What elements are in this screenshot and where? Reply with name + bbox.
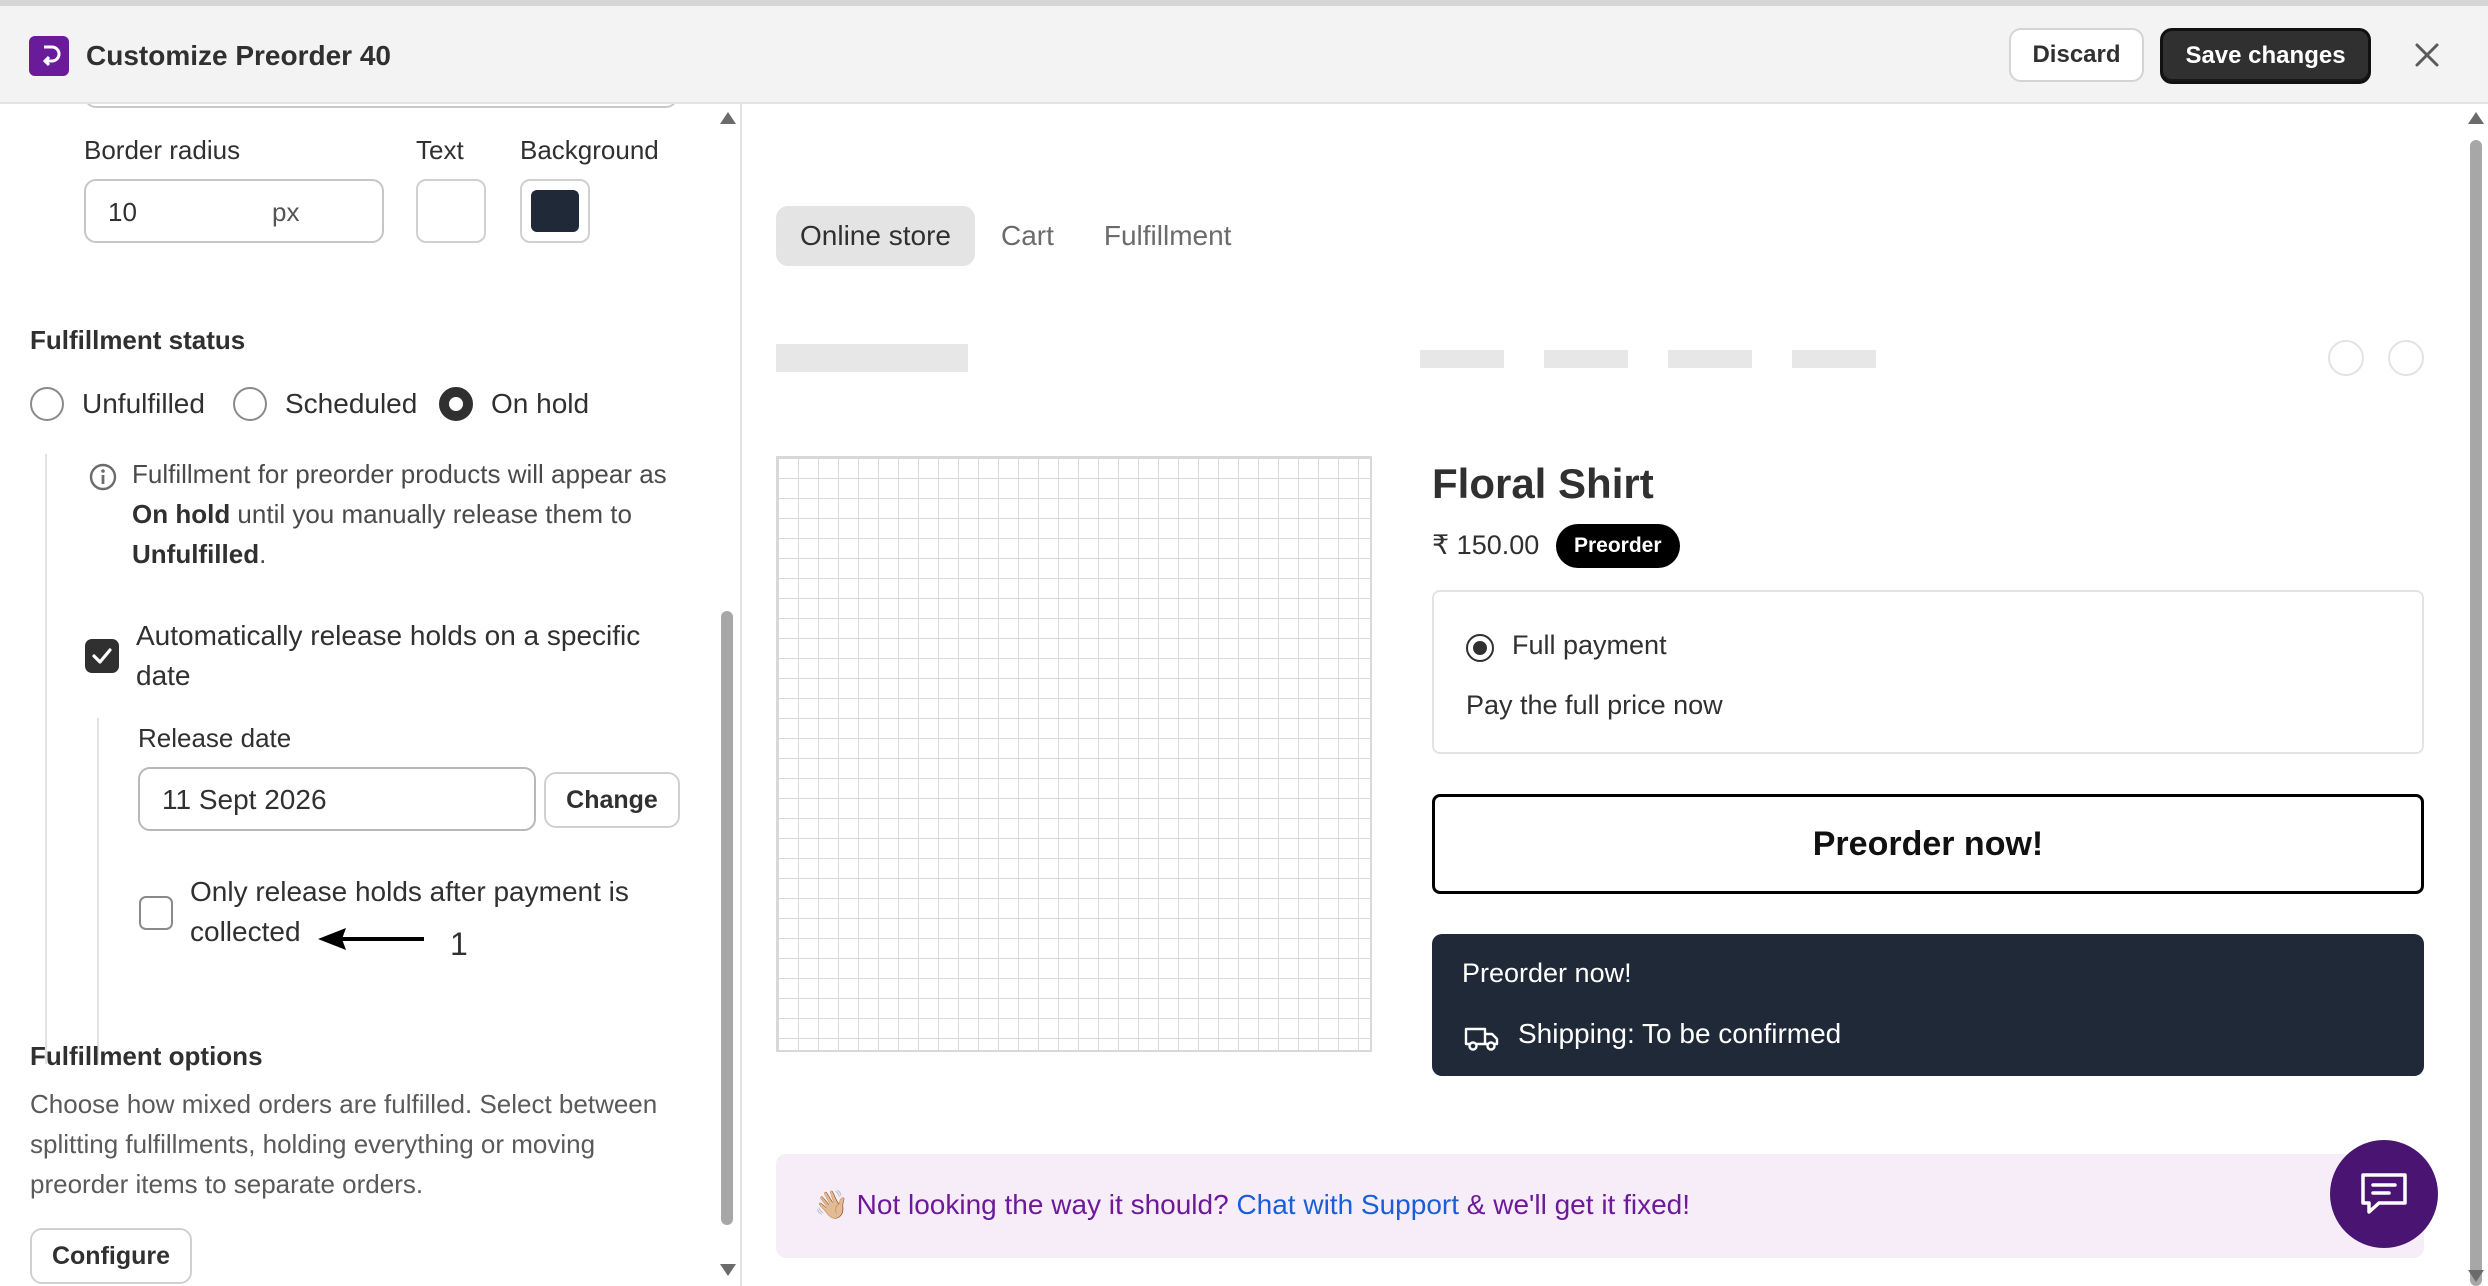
info-text: Fulfillment for preorder products will a… xyxy=(132,454,692,574)
truck-icon xyxy=(1464,1027,1499,1051)
scrollbar-thumb[interactable] xyxy=(721,611,733,1225)
shipping-text: Shipping: To be confirmed xyxy=(1518,1018,1842,1049)
border-radius-unit: px xyxy=(272,197,300,227)
wave-emoji-icon: 👋🏼 xyxy=(814,1189,849,1220)
close-icon[interactable] xyxy=(2410,38,2444,72)
scrollbar-thumb[interactable] xyxy=(2470,140,2482,1286)
text-color-swatch[interactable] xyxy=(416,179,486,243)
payment-option-label: Full payment xyxy=(1512,630,1667,660)
fulfillment-options-description: Choose how mixed orders are fulfilled. S… xyxy=(30,1089,658,1199)
placeholder-nav-item xyxy=(1544,350,1628,368)
auto-release-checkbox[interactable] xyxy=(85,639,119,673)
check-icon xyxy=(92,648,112,664)
placeholder-nav-item xyxy=(1668,350,1752,368)
annotation-number: 1 xyxy=(450,926,468,962)
discard-button[interactable]: Discard xyxy=(2009,28,2144,82)
radio-circle-selected xyxy=(439,387,473,421)
info-text-part: Fulfillment for preorder products will a… xyxy=(132,459,667,489)
support-text: 👋🏼 Not looking the way it should? Chat w… xyxy=(814,1188,1690,1221)
payment-radio-dot xyxy=(1473,641,1487,655)
preview-tabs: Online store Cart Fulfillment xyxy=(776,204,1257,268)
only-after-payment-checkbox[interactable] xyxy=(139,896,173,930)
radio-scheduled[interactable]: Scheduled xyxy=(233,384,417,424)
indent-line xyxy=(45,454,47,1064)
border-radius-value: 10 xyxy=(108,197,137,227)
fulfillment-options-title: Fulfillment options xyxy=(30,1041,263,1071)
left-scrollbar[interactable] xyxy=(716,104,738,1286)
radio-unfulfilled[interactable]: Unfulfilled xyxy=(30,384,205,424)
right-scrollbar[interactable] xyxy=(2464,104,2488,1286)
annotation-arrow-icon xyxy=(318,928,424,950)
background-color-swatch[interactable] xyxy=(520,179,590,243)
info-text-bold: Unfulfilled xyxy=(132,539,260,569)
scroll-down-arrow-icon[interactable] xyxy=(720,1264,736,1276)
placeholder-icon xyxy=(2328,340,2364,376)
radio-label: Scheduled xyxy=(285,388,418,419)
tab-online-store[interactable]: Online store xyxy=(776,206,975,266)
radio-label: Unfulfilled xyxy=(82,388,205,419)
info-text-part: . xyxy=(259,539,267,569)
info-text-bold: On hold xyxy=(132,499,231,529)
placeholder-logo xyxy=(776,344,968,372)
tab-fulfillment[interactable]: Fulfillment xyxy=(1080,206,1256,266)
radio-on-hold[interactable]: On hold xyxy=(439,384,589,424)
save-changes-button[interactable]: Save changes xyxy=(2160,28,2371,84)
chat-with-support-link[interactable]: Chat with Support xyxy=(1236,1189,1459,1220)
support-text-after: & we'll get it fixed! xyxy=(1459,1189,1691,1220)
info-text-part: until you manually release them to xyxy=(230,499,632,529)
radio-circle xyxy=(30,387,64,421)
modal-header: Customize Preorder 40 Discard Save chang… xyxy=(0,6,2488,104)
settings-panel: Border radius Text Background 10 px Fulf… xyxy=(0,104,742,1286)
preorder-now-button[interactable]: Preorder now! xyxy=(1432,794,2424,894)
indent-line xyxy=(97,718,99,1064)
border-radius-label: Border radius xyxy=(84,135,241,165)
info-icon xyxy=(89,463,117,491)
preorder-badge: Preorder xyxy=(1556,524,1680,568)
release-date-label: Release date xyxy=(138,723,292,753)
product-image-placeholder xyxy=(776,456,1372,1052)
app-logo-icon xyxy=(29,36,69,76)
product-price: ₹ 150.00 xyxy=(1432,530,1540,560)
tab-cart[interactable]: Cart xyxy=(977,206,1078,266)
border-radius-input[interactable]: 10 px xyxy=(84,179,384,243)
radio-label: On hold xyxy=(491,388,590,419)
background-color-label: Background xyxy=(520,135,659,165)
payment-option-subtext: Pay the full price now xyxy=(1466,690,1723,720)
support-banner: 👋🏼 Not looking the way it should? Chat w… xyxy=(776,1154,2424,1258)
only-after-payment-label[interactable]: Only release holds after payment is coll… xyxy=(190,872,690,952)
page-title: Customize Preorder 40 xyxy=(86,40,391,71)
placeholder-nav-item xyxy=(1792,350,1876,368)
payment-radio[interactable] xyxy=(1466,634,1494,662)
scroll-up-arrow-icon[interactable] xyxy=(2468,112,2484,124)
configure-button[interactable]: Configure xyxy=(30,1228,192,1284)
radio-circle xyxy=(233,387,267,421)
chat-icon[interactable] xyxy=(2330,1140,2438,1248)
text-color-fill xyxy=(427,190,475,232)
preorder-dark-title: Preorder now! xyxy=(1462,958,1632,988)
background-color-fill xyxy=(531,190,579,232)
placeholder-icon xyxy=(2388,340,2424,376)
placeholder-nav-item xyxy=(1420,350,1504,368)
product-title: Floral Shirt xyxy=(1432,460,1654,507)
auto-release-label[interactable]: Automatically release holds on a specifi… xyxy=(136,616,696,696)
fulfillment-status-title: Fulfillment status xyxy=(30,325,246,355)
scroll-down-arrow-icon[interactable] xyxy=(2468,1270,2484,1282)
scroll-up-arrow-icon[interactable] xyxy=(720,112,736,124)
change-date-button[interactable]: Change xyxy=(544,772,680,828)
preview-panel: Online store Cart Fulfillment Floral Shi… xyxy=(744,104,2488,1286)
support-text-before: Not looking the way it should? xyxy=(856,1189,1237,1220)
release-date-input[interactable]: 11 Sept 2026 xyxy=(138,767,536,831)
payment-option-box[interactable]: Full payment Pay the full price now xyxy=(1432,590,2424,754)
previous-input-edge xyxy=(84,104,678,108)
text-color-label: Text xyxy=(416,135,464,165)
preorder-dark-button[interactable]: Preorder now! Shipping: To be confirmed xyxy=(1432,934,2424,1076)
